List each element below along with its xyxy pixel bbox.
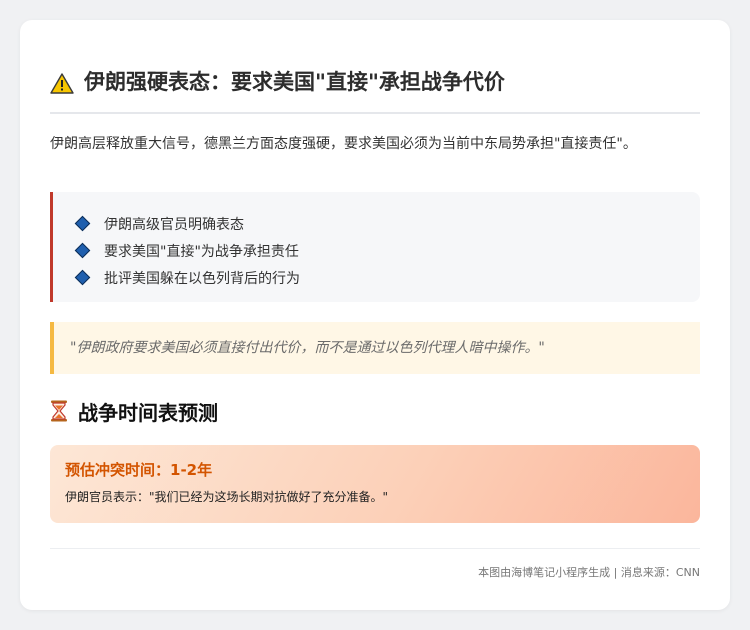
- key-point-item: 要求美国"直接"为战争承担责任: [73, 237, 700, 264]
- diamond-bullet-icon: [74, 269, 91, 286]
- quote-block: "伊朗政府要求美国必须直接付出代价，而不是通过以色列代理人暗中操作。": [50, 322, 700, 374]
- key-point-item: 伊朗高级官员明确表态: [73, 210, 700, 237]
- key-point-text: 伊朗高级官员明确表态: [104, 216, 244, 233]
- page-title: 伊朗强硬表态：要求美国"直接"承担战争代价: [84, 70, 505, 94]
- warning-icon: [50, 73, 74, 94]
- key-point-text: 要求美国"直接"为战争承担责任: [104, 243, 299, 260]
- article-card: 伊朗强硬表态：要求美国"直接"承担战争代价 伊朗高层释放重大信号，德黑兰方面态度…: [20, 20, 730, 610]
- timeline-section-title: 战争时间表预测: [78, 400, 218, 425]
- timeline-statement: 伊朗官员表示："我们已经为这场长期对抗做好了充分准备。": [65, 490, 389, 504]
- key-point-item: 批评美国躲在以色列背后的行为: [73, 264, 700, 291]
- key-points-box: 伊朗高级官员明确表态 要求美国"直接"为战争承担责任 批评美国躲在以色列背后的行…: [50, 192, 700, 302]
- timeline-estimate-label: 预估冲突时间：1-2年: [65, 461, 213, 479]
- key-point-text: 批评美国躲在以色列背后的行为: [104, 270, 300, 287]
- diamond-bullet-icon: [74, 215, 91, 232]
- hourglass-icon: [51, 400, 67, 422]
- footer-source: 本图由海博笔记小程序生成 | 消息来源：CNN: [478, 566, 700, 579]
- timeline-box: 预估冲突时间：1-2年 伊朗官员表示："我们已经为这场长期对抗做好了充分准备。": [50, 445, 700, 523]
- title-row: 伊朗强硬表态：要求美国"直接"承担战争代价: [50, 64, 700, 114]
- timeline-section-header: 战争时间表预测: [50, 395, 218, 427]
- footer-divider: [50, 548, 700, 549]
- diamond-bullet-icon: [74, 242, 91, 259]
- intro-paragraph: 伊朗高层释放重大信号，德黑兰方面态度强硬，要求美国必须为当前中东局势承担"直接责…: [50, 136, 637, 152]
